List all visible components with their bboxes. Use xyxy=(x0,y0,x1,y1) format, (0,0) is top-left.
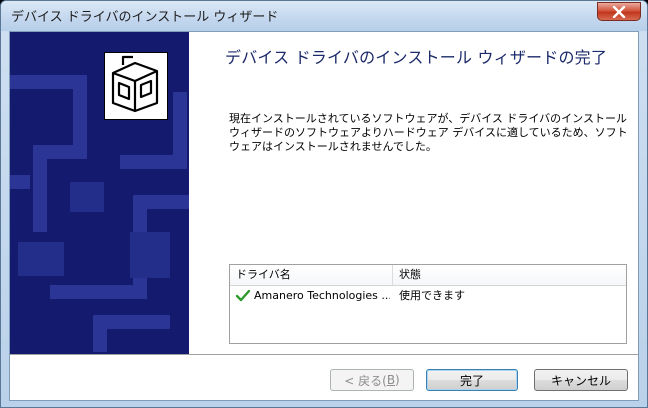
cancel-button[interactable]: キャンセル xyxy=(534,369,628,391)
column-header-driver-name[interactable]: ドライバ名 xyxy=(230,265,392,285)
list-header: ドライバ名 状態 xyxy=(230,265,626,286)
wizard-window: デバイス ドライバのインストール ウィザード デバイス ドライバのインストール … xyxy=(0,0,648,408)
wizard-client-area: デバイス ドライバのインストール ウィザードの完了 現在インストールされているソ… xyxy=(9,31,639,401)
driver-status-cell: 使用できます xyxy=(399,289,465,302)
title-bar[interactable]: デバイス ドライバのインストール ウィザード xyxy=(1,1,647,31)
column-header-status[interactable]: 状態 xyxy=(393,265,626,285)
back-button-label: < 戻る( xyxy=(344,373,387,388)
window-title: デバイス ドライバのインストール ウィザード xyxy=(11,10,279,25)
back-button[interactable]: < 戻る(B) xyxy=(330,369,414,391)
hardware-device-icon xyxy=(104,52,168,120)
result-message: 現在インストールされているソフトウェアが、デバイス ドライバのインストール ウィ… xyxy=(229,112,628,153)
checkmark-icon xyxy=(236,290,250,302)
back-button-suffix: ) xyxy=(395,373,400,387)
page-title: デバイス ドライバのインストール ウィザードの完了 xyxy=(225,48,608,67)
wizard-content: デバイス ドライバのインストール ウィザードの完了 現在インストールされているソ… xyxy=(189,32,638,354)
back-mnemonic: B xyxy=(386,373,396,387)
close-icon xyxy=(612,5,626,18)
finish-button[interactable]: 完了 xyxy=(426,369,518,391)
table-row[interactable]: Amanero Technologies ... 使用できます xyxy=(230,287,626,305)
close-button[interactable] xyxy=(597,2,641,21)
button-bar-separator xyxy=(10,354,638,356)
wizard-banner xyxy=(10,32,189,354)
driver-name-cell: Amanero Technologies ... xyxy=(254,289,390,302)
driver-list[interactable]: ドライバ名 状態 Amanero Technologies ... 使用できます xyxy=(229,264,627,344)
